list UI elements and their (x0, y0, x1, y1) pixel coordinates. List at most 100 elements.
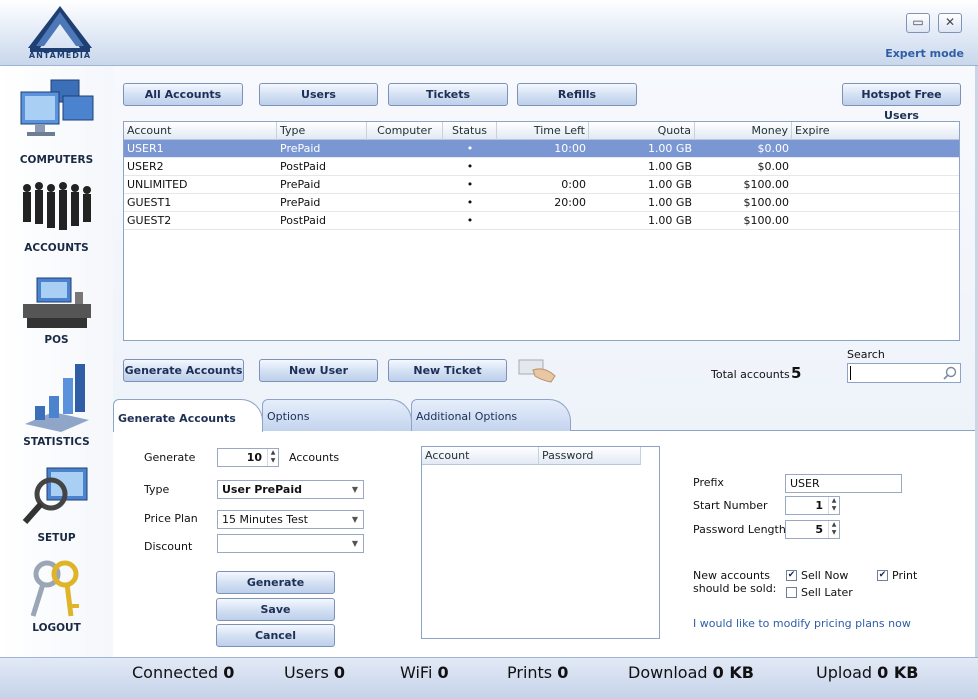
sell-later-checkbox[interactable] (786, 587, 797, 598)
magnifier-monitor-icon (22, 467, 87, 524)
col-generated-password[interactable]: Password (539, 447, 641, 465)
discount-label: Discount (144, 540, 193, 553)
nav-logout[interactable]: LOGOUT (0, 558, 113, 634)
minimize-button[interactable]: ▭ (906, 13, 930, 33)
start-number-value: 1 (815, 499, 823, 512)
col-money[interactable]: Money (695, 122, 792, 140)
nav-pos[interactable]: POS (0, 274, 113, 346)
search-input[interactable] (847, 363, 961, 383)
col-type[interactable]: Type (277, 122, 367, 140)
price-plan-label: Price Plan (144, 512, 198, 525)
tickets-button[interactable]: Tickets (388, 83, 508, 106)
type-select[interactable]: User PrePaid ▼ (217, 480, 364, 499)
prints-label: Prints (507, 663, 553, 682)
col-quota[interactable]: Quota (589, 122, 695, 140)
generate-button[interactable]: Generate (216, 571, 335, 594)
discount-select[interactable]: ▼ (217, 534, 364, 553)
save-button[interactable]: Save (216, 598, 335, 621)
keys-icon (30, 560, 79, 617)
tab-options[interactable]: Options (262, 399, 412, 431)
nav-accounts[interactable]: ACCOUNTS (0, 178, 113, 254)
users-button[interactable]: Users (259, 83, 378, 106)
col-expire[interactable]: Expire (792, 122, 959, 140)
print-checkbox[interactable]: ✔ (877, 570, 888, 581)
table-row[interactable]: UNLIMITED PrePaid • 0:00 1.00 GB $100.00 (124, 176, 959, 194)
card-hand-icon (518, 359, 556, 383)
minimize-icon: ▭ (912, 15, 924, 29)
upload-value: 0 KB (877, 663, 919, 682)
cell-status: • (466, 142, 474, 155)
chevron-down-icon: ▼ (351, 539, 358, 548)
table-row[interactable]: USER1 PrePaid • 10:00 1.00 GB $0.00 (124, 140, 959, 158)
generate-label: Generate (144, 451, 196, 464)
close-button[interactable]: ✕ (938, 13, 962, 33)
cell-money: $0.00 (757, 160, 790, 173)
cell-status: • (466, 196, 474, 209)
all-accounts-button[interactable]: All Accounts (123, 83, 243, 106)
generated-accounts-list[interactable]: Account Password (421, 446, 660, 639)
prefix-input[interactable]: USER (785, 474, 902, 493)
modify-pricing-plans-link[interactable]: I would like to modify pricing plans now (693, 617, 911, 630)
generate-count-stepper[interactable]: 10 ▲ ▼ (217, 448, 279, 467)
main-panel: All Accounts Users Tickets Refills Hotsp… (113, 66, 975, 657)
nav-computers[interactable]: COMPUTERS (0, 78, 113, 166)
tab-generate-accounts[interactable]: Generate Accounts (113, 399, 263, 432)
nav-label-setup: SETUP (37, 532, 76, 544)
status-bar: Connected 0 Users 0 WiFi 0 Prints 0 Down… (0, 657, 978, 699)
col-generated-account[interactable]: Account (422, 447, 539, 465)
spinner-arrows-icon[interactable]: ▲ ▼ (267, 449, 278, 466)
new-ticket-button[interactable]: New Ticket (388, 359, 507, 382)
sold-label-line2: should be sold: (693, 582, 777, 595)
cell-time-left: 20:00 (554, 196, 586, 209)
table-row[interactable]: GUEST2 PostPaid • 1.00 GB $100.00 (124, 212, 959, 230)
accounts-table[interactable]: Account Type Computer Status Time Left Q… (123, 121, 960, 341)
cell-quota: 1.00 GB (647, 178, 692, 191)
spinner-arrows-icon[interactable]: ▲ ▼ (828, 497, 839, 514)
price-plan-select[interactable]: 15 Minutes Test ▼ (217, 510, 364, 529)
chevron-down-icon: ▼ (351, 515, 358, 524)
cell-expire (792, 176, 959, 194)
password-length-value: 5 (815, 523, 823, 536)
prefix-label: Prefix (693, 476, 724, 489)
cell-money: $0.00 (757, 142, 790, 155)
hotspot-free-users-button[interactable]: Hotspot Free Users (842, 83, 961, 122)
col-computer[interactable]: Computer (367, 122, 443, 140)
close-icon: ✕ (944, 15, 956, 29)
password-length-label: Password Length (693, 523, 786, 536)
table-row[interactable]: USER2 PostPaid • 1.00 GB $0.00 (124, 158, 959, 176)
generate-accounts-button[interactable]: Generate Accounts (123, 359, 244, 382)
col-status[interactable]: Status (443, 122, 497, 140)
cash-register-icon (22, 277, 91, 328)
nav-label-pos: POS (44, 334, 69, 346)
generated-list-header: Account Password (422, 447, 641, 465)
search-icon[interactable] (943, 366, 957, 380)
cell-account: GUEST1 (127, 196, 172, 209)
users-label: Users (284, 663, 329, 682)
nav-label-computers: COMPUTERS (19, 154, 94, 166)
col-time-left[interactable]: Time Left (497, 122, 589, 140)
cell-type: PrePaid (280, 196, 321, 209)
cell-status: • (466, 214, 474, 227)
col-account[interactable]: Account (124, 122, 277, 140)
nav-statistics[interactable]: STATISTICS (0, 362, 113, 448)
new-user-button[interactable]: New User (259, 359, 378, 382)
expert-mode-link[interactable]: Expert mode (885, 47, 964, 60)
start-number-stepper[interactable]: 1 ▲ ▼ (785, 496, 840, 515)
cell-quota: 1.00 GB (647, 196, 692, 209)
cell-computer (367, 140, 443, 158)
nav-setup[interactable]: SETUP (0, 464, 113, 544)
price-plan-value: 15 Minutes Test (222, 513, 308, 526)
connected-value: 0 (223, 663, 235, 682)
tab-additional-options[interactable]: Additional Options (411, 399, 571, 431)
cell-account: GUEST2 (127, 214, 172, 227)
sell-now-checkbox[interactable]: ✔ (786, 570, 797, 581)
refills-button[interactable]: Refills (517, 83, 637, 106)
cell-status: • (466, 178, 474, 191)
cell-quota: 1.00 GB (647, 142, 692, 155)
cancel-button[interactable]: Cancel (216, 624, 335, 647)
nav-label-logout: LOGOUT (32, 622, 81, 634)
spinner-arrows-icon[interactable]: ▲ ▼ (828, 521, 839, 538)
table-row[interactable]: GUEST1 PrePaid • 20:00 1.00 GB $100.00 (124, 194, 959, 212)
cell-money: $100.00 (743, 178, 790, 191)
password-length-stepper[interactable]: 5 ▲ ▼ (785, 520, 840, 539)
